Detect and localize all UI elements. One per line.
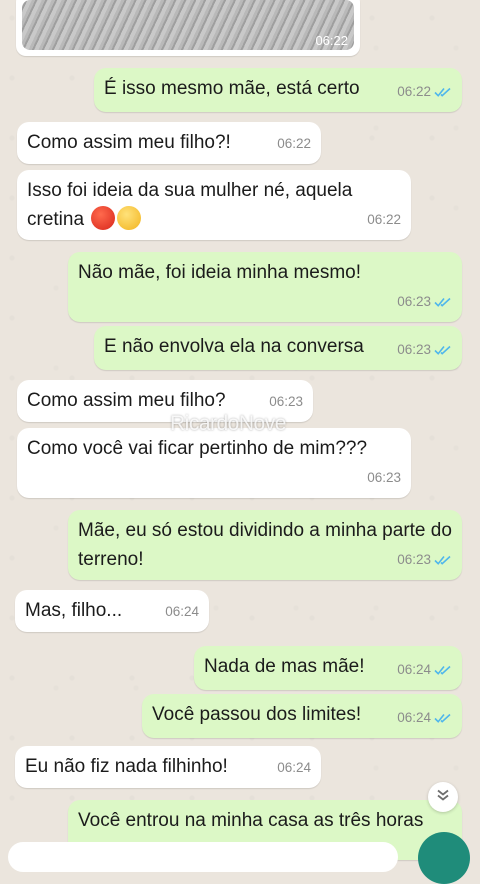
message-meta: 06:22: [397, 77, 452, 106]
incoming-message[interactable]: Isso foi ideia da sua mulher né, aquela …: [17, 170, 411, 240]
outgoing-message[interactable]: É isso mesmo mãe, está certo 06:22: [94, 68, 462, 112]
message-time: 06:24: [397, 662, 431, 677]
chevron-double-down-icon: [436, 788, 450, 807]
steam-face-emoji: [117, 206, 142, 230]
message-meta: 06:24: [397, 655, 452, 684]
watermark: RicardoNove: [170, 412, 286, 435]
message-meta: 06:24: [165, 597, 199, 626]
outgoing-message[interactable]: E não envolva ela na conversa 06:23: [94, 326, 462, 370]
double-check-icon: [434, 554, 452, 566]
send-button[interactable]: [418, 832, 470, 884]
message-meta: 06:24: [397, 703, 452, 732]
incoming-message[interactable]: Como você vai ficar pertinho de mim??? 0…: [17, 428, 411, 498]
angry-face-emoji: [91, 206, 116, 230]
incoming-message[interactable]: Como assim meu filho?! 06:22: [17, 122, 321, 164]
double-check-icon: [434, 664, 452, 676]
message-time: 06:24: [277, 760, 311, 775]
message-time: 06:23: [397, 294, 431, 309]
message-time: 06:23: [397, 552, 431, 567]
message-time: 06:22: [367, 212, 401, 227]
outgoing-message[interactable]: Não mãe, foi ideia minha mesmo! 06:23: [68, 252, 462, 322]
message-meta: 06:22: [277, 129, 311, 158]
double-check-icon: [434, 296, 452, 308]
message-time: 06:22: [277, 136, 311, 151]
message-meta: 06:23: [397, 287, 452, 316]
double-check-icon: [434, 712, 452, 724]
message-text: Eu não fiz nada filhinho!: [25, 756, 228, 777]
outgoing-message[interactable]: Nada de mas mãe! 06:24: [194, 646, 462, 690]
message-meta: 06:22: [367, 205, 401, 234]
message-meta: 06:23: [397, 335, 452, 364]
message-time: 06:22: [315, 33, 348, 48]
message-text-content: Isso foi ideia da sua mulher né, aquela …: [27, 180, 353, 230]
message-time: 06:23: [397, 342, 431, 357]
double-check-icon: [434, 86, 452, 98]
message-time: 06:24: [397, 710, 431, 725]
outgoing-message[interactable]: Mãe, eu só estou dividindo a minha parte…: [68, 510, 462, 580]
message-text: Mãe, eu só estou dividindo a minha parte…: [78, 520, 452, 570]
image-message[interactable]: 06:22: [16, 0, 360, 56]
message-text: Você entrou na minha casa as três horas: [78, 810, 424, 831]
message-meta: 06:24: [277, 753, 311, 782]
message-text: Não mãe, foi ideia minha mesmo!: [78, 262, 362, 283]
scroll-to-bottom-button[interactable]: [428, 782, 458, 812]
message-text: Como assim meu filho?!: [27, 132, 231, 153]
message-text: Como você vai ficar pertinho de mim???: [27, 438, 368, 459]
double-check-icon: [434, 344, 452, 356]
message-text: Como assim meu filho?: [27, 390, 226, 411]
outgoing-message[interactable]: Você passou dos limites! 06:24: [142, 694, 462, 738]
message-time: 06:22: [397, 84, 431, 99]
message-input[interactable]: [8, 842, 398, 872]
incoming-message[interactable]: Eu não fiz nada filhinho! 06:24: [15, 746, 321, 788]
message-time: 06:24: [165, 604, 199, 619]
message-meta: 06:23: [367, 463, 401, 492]
message-meta: 06:23: [397, 545, 452, 574]
message-time: 06:23: [367, 470, 401, 485]
image-thumbnail[interactable]: [22, 0, 354, 50]
message-text: Isso foi ideia da sua mulher né, aquela …: [27, 176, 381, 234]
incoming-message[interactable]: Mas, filho... 06:24: [15, 590, 209, 632]
